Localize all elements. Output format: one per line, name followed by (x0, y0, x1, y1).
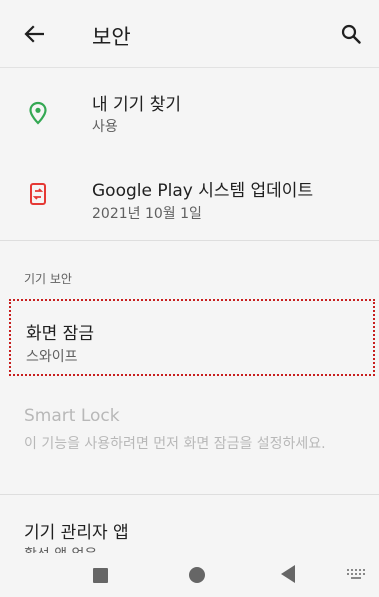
find-device-item[interactable]: 내 기기 찾기 사용 (0, 68, 379, 148)
search-icon (341, 24, 361, 44)
find-device-status: 사용 (92, 119, 118, 135)
back-button[interactable] (20, 20, 48, 48)
smart-lock-description: 이 기능을 사용하려면 먼저 화면 잠금을 설정하세요. (24, 436, 326, 452)
screen-lock-value: 스와이프 (26, 349, 78, 365)
keyboard-icon[interactable] (347, 569, 367, 581)
security-settings-screen: 보안 내 기기 찾기 사용 Google Play 시스템 업데이트 2021년… (0, 0, 379, 597)
page-title: 보안 (92, 25, 131, 49)
app-bar: 보안 (0, 0, 379, 68)
find-device-title: 내 기기 찾기 (92, 95, 182, 115)
navigation-bar (0, 553, 379, 597)
square-icon[interactable] (93, 568, 108, 583)
circle-icon[interactable] (189, 567, 205, 583)
section-header-device-security: 기기 보안 (24, 272, 72, 286)
system-update-date: 2021년 10월 1일 (92, 206, 202, 222)
screen-lock-item[interactable]: 화면 잠금 스와이프 (9, 299, 375, 376)
triangle-back-icon[interactable] (281, 565, 295, 583)
smart-lock-title: Smart Lock (24, 406, 120, 426)
screen-lock-title: 화면 잠금 (26, 324, 94, 344)
smart-lock-item: Smart Lock 이 기능을 사용하려면 먼저 화면 잠금을 설정하세요. (0, 398, 379, 484)
device-admin-title: 기기 관리자 앱 (24, 523, 129, 543)
arrow-left-icon (24, 25, 44, 43)
search-button[interactable] (337, 20, 365, 48)
system-update-title: Google Play 시스템 업데이트 (92, 181, 314, 201)
system-update-icon (30, 183, 46, 205)
system-update-item[interactable]: Google Play 시스템 업데이트 2021년 10월 1일 (0, 160, 379, 240)
section-divider (0, 494, 379, 495)
section-divider (0, 240, 379, 241)
location-pin-icon (29, 101, 47, 125)
